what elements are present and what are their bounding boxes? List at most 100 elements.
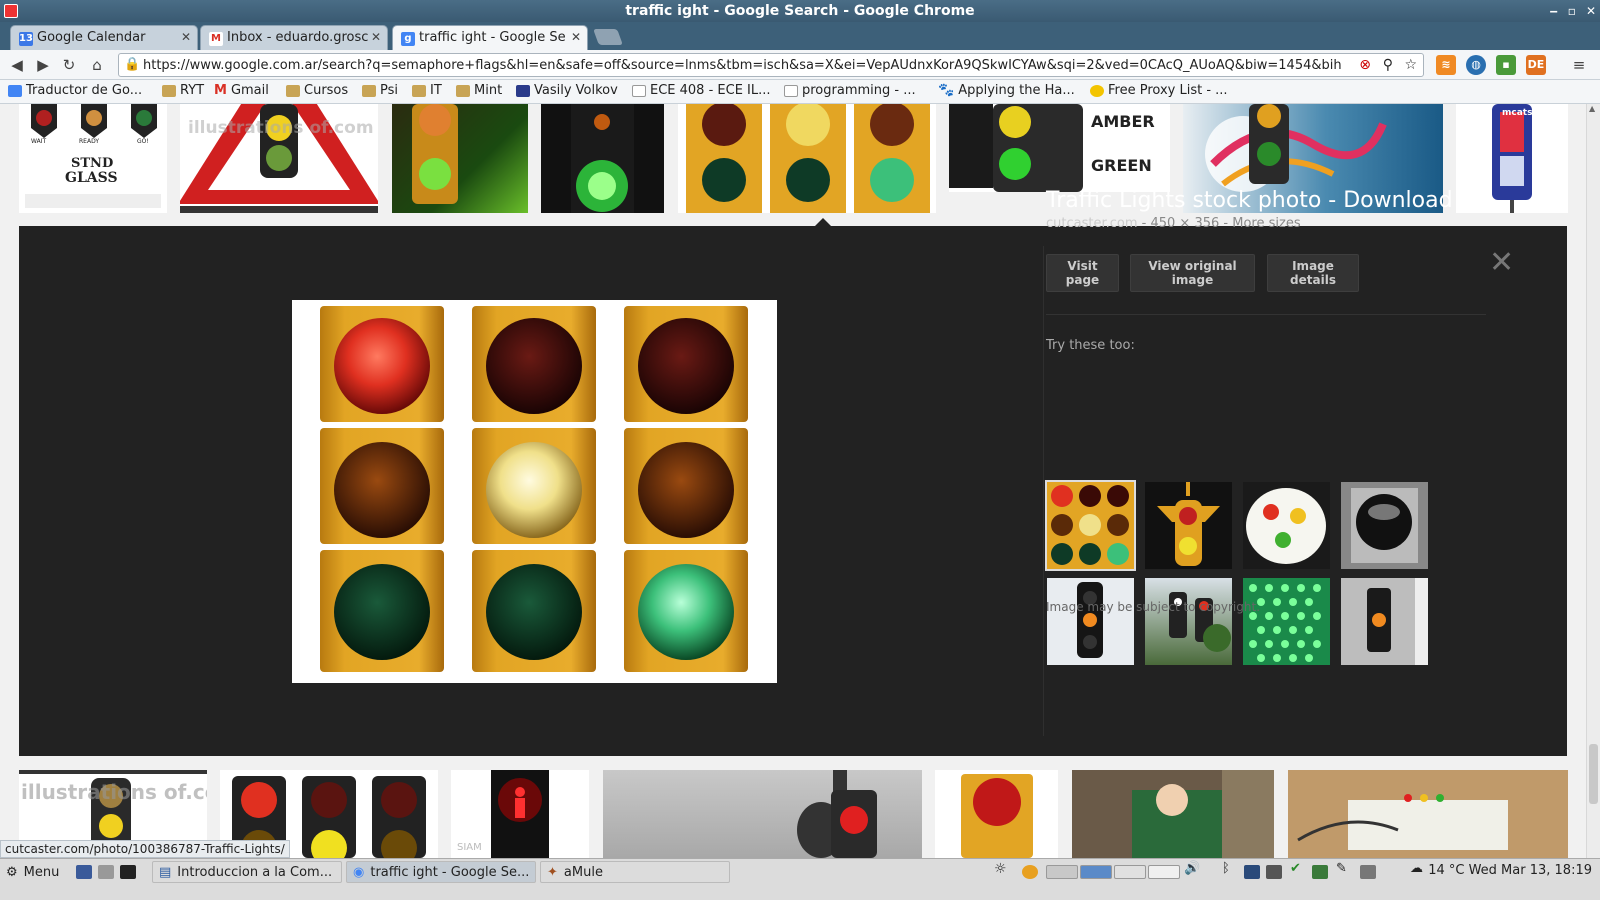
forward-icon[interactable]: ▶ xyxy=(32,54,54,76)
close-tab-icon[interactable]: ✕ xyxy=(571,30,581,44)
related-thumb-street-lights[interactable] xyxy=(1145,578,1232,665)
close-tab-icon[interactable]: ✕ xyxy=(371,30,381,44)
star-icon[interactable]: ☆ xyxy=(1404,57,1417,73)
de-translate-icon[interactable]: DE xyxy=(1526,55,1546,75)
reload-icon[interactable]: ↻ xyxy=(58,54,80,76)
update-icon[interactable] xyxy=(1312,865,1328,879)
taskbar-window-chrome[interactable]: ◉ traffic ight - Google Se... xyxy=(346,861,536,883)
bookmark-cursos[interactable]: Cursos xyxy=(286,83,348,98)
thumb-text: STND xyxy=(71,156,114,171)
amule-icon: ✦ xyxy=(547,864,558,880)
close-window-icon[interactable]: ✕ xyxy=(1586,0,1596,22)
image-details-button[interactable]: Image details xyxy=(1267,254,1359,292)
maximize-icon[interactable]: ▫ xyxy=(1568,0,1576,22)
volume-icon[interactable]: 🔊 xyxy=(1184,861,1200,876)
brightness-icon[interactable]: ☼ xyxy=(994,861,1010,877)
close-tab-icon[interactable]: ✕ xyxy=(181,30,191,44)
chrome-tray-icon[interactable] xyxy=(1022,865,1038,879)
terminal-icon[interactable] xyxy=(120,865,136,879)
menu-icon[interactable]: ≡ xyxy=(1568,54,1590,76)
bookmark-ryt[interactable]: RYT xyxy=(162,83,204,98)
puzzle-icon[interactable] xyxy=(1266,865,1282,879)
page-scrollbar[interactable]: ▲ xyxy=(1586,104,1600,858)
view-original-image-button[interactable]: View original image xyxy=(1130,254,1255,292)
result-thumb-pedestrian-red[interactable]: SIAM xyxy=(451,770,589,858)
file-manager-icon[interactable] xyxy=(98,865,114,879)
scrollbar-thumb[interactable] xyxy=(1589,744,1598,804)
result-thumb-breadboard[interactable] xyxy=(1288,770,1568,858)
bluetooth-icon[interactable]: ᛒ xyxy=(1222,861,1238,876)
search-icon[interactable]: ⚲ xyxy=(1383,57,1393,73)
bookmark-traductor[interactable]: Traductor de Go... xyxy=(8,83,142,98)
visit-page-button[interactable]: Visit page xyxy=(1046,254,1119,292)
bookmarks-bar: Traductor de Go... RYT M Gmail Cursos Psi… xyxy=(0,80,1600,104)
thumb-text: SIAM xyxy=(457,842,482,853)
related-thumb-hanging-light[interactable] xyxy=(1145,482,1232,569)
related-thumb-black-lamp[interactable] xyxy=(1341,482,1428,569)
pen-icon[interactable]: ✎ xyxy=(1336,861,1352,876)
bookmark-psi[interactable]: Psi xyxy=(362,83,398,98)
bookmark-free-proxy[interactable]: Free Proxy List - ... xyxy=(1090,83,1228,98)
close-preview-icon[interactable]: ✕ xyxy=(1489,248,1514,278)
tab-inbox[interactable]: M Inbox - eduardo.grosc ✕ xyxy=(200,25,388,50)
desktop-icon[interactable] xyxy=(76,865,92,879)
bookmark-applying[interactable]: 🐾 Applying the Ha... xyxy=(938,83,1075,98)
workspace-4[interactable] xyxy=(1148,865,1180,879)
result-thumb-yellow-light[interactable] xyxy=(935,770,1058,858)
taskbar-window-introduccion[interactable]: ▤ Introduccion a la Com... xyxy=(152,861,342,883)
scroll-up-icon[interactable]: ▲ xyxy=(1589,104,1595,113)
bookmark-ece408[interactable]: ECE 408 - ECE IL... xyxy=(632,83,771,98)
result-thumb-wait-ready-go[interactable]: WAIT READY GO! STND GLASS xyxy=(19,104,167,213)
bookmark-vasily-volkov[interactable]: Vasily Volkov xyxy=(516,83,618,98)
result-thumb-green-abstract[interactable] xyxy=(392,104,528,213)
stop-icon[interactable]: ⊗ xyxy=(1359,57,1371,73)
globe-icon[interactable]: ◍ xyxy=(1466,55,1486,75)
preview-dimensions: 450 × 356 xyxy=(1150,216,1220,231)
evernote-icon[interactable]: ▪ xyxy=(1496,55,1516,75)
related-thumb-egg-lights[interactable] xyxy=(1243,482,1330,569)
preview-image[interactable] xyxy=(292,300,777,683)
bookmark-programming[interactable]: programming - ... xyxy=(784,83,916,98)
result-thumb-traffic-lights[interactable] xyxy=(678,104,936,213)
new-tab-button[interactable] xyxy=(593,29,623,45)
result-thumb-green-glow[interactable] xyxy=(541,104,664,213)
bookmark-it[interactable]: IT xyxy=(412,83,442,98)
dropbox-icon[interactable] xyxy=(1244,865,1260,879)
workspace-2[interactable] xyxy=(1080,865,1112,879)
battery-icon[interactable] xyxy=(1360,865,1376,879)
tab-google-search[interactable]: g traffic ight - Google Se ✕ xyxy=(392,25,588,50)
result-thumb-amber-green[interactable]: AMBER GREEN xyxy=(949,104,1170,192)
minimize-icon[interactable]: ‒ xyxy=(1549,0,1557,22)
start-menu-button[interactable]: ⚙ Menu xyxy=(6,861,59,883)
taskbar-window-amule[interactable]: ✦ aMule xyxy=(540,861,730,883)
copyright-notice: Image may be subject to copyright. xyxy=(1046,600,1261,614)
home-icon[interactable]: ⌂ xyxy=(86,54,108,76)
workspace-1[interactable] xyxy=(1046,865,1078,879)
window-title: traffic ight - Google Search - Google Ch… xyxy=(625,3,975,19)
tab-google-calendar[interactable]: 13 Google Calendar ✕ xyxy=(10,25,198,50)
clock[interactable]: 14 °C Wed Mar 13, 18:19 xyxy=(1428,863,1592,878)
tab-label: Inbox - eduardo.grosc xyxy=(227,30,369,45)
rss-icon[interactable]: ≋ xyxy=(1436,55,1456,75)
related-thumb-green-led[interactable] xyxy=(1243,578,1330,665)
preview-title[interactable]: Traffic Lights stock photo - Download a.… xyxy=(1046,188,1494,213)
related-thumb-traffic-lights[interactable] xyxy=(1045,480,1136,571)
check-icon[interactable]: ✔ xyxy=(1290,861,1306,876)
window-titlebar: traffic ight - Google Search - Google Ch… xyxy=(0,0,1600,22)
related-thumb-pole-light[interactable] xyxy=(1047,578,1134,665)
browser-toolbar: ◀ ▶ ↻ ⌂ 🔒 ⊗ ⚲ ☆ ≋ ◍ ▪ DE ≡ xyxy=(0,50,1600,80)
bookmark-mint[interactable]: Mint xyxy=(456,83,502,98)
workspace-3[interactable] xyxy=(1114,865,1146,879)
bookmark-gmail[interactable]: M Gmail xyxy=(214,83,269,98)
url-input[interactable] xyxy=(143,56,1343,74)
preview-site[interactable]: cutcaster.com xyxy=(1046,216,1138,231)
result-thumb-warning-sign[interactable]: illustrations of.com xyxy=(180,104,378,213)
related-thumb-bw-light[interactable] xyxy=(1341,578,1428,665)
back-icon[interactable]: ◀ xyxy=(6,54,28,76)
omnibox[interactable]: 🔒 ⊗ ⚲ ☆ xyxy=(118,53,1424,77)
watermark-text: illustrations of.com xyxy=(188,118,374,138)
result-thumb-child-costume[interactable] xyxy=(1072,770,1274,858)
result-thumb-street-signal[interactable] xyxy=(603,770,922,858)
weather-icon[interactable]: ☁ xyxy=(1410,861,1426,876)
more-sizes-link[interactable]: More sizes xyxy=(1232,216,1300,231)
